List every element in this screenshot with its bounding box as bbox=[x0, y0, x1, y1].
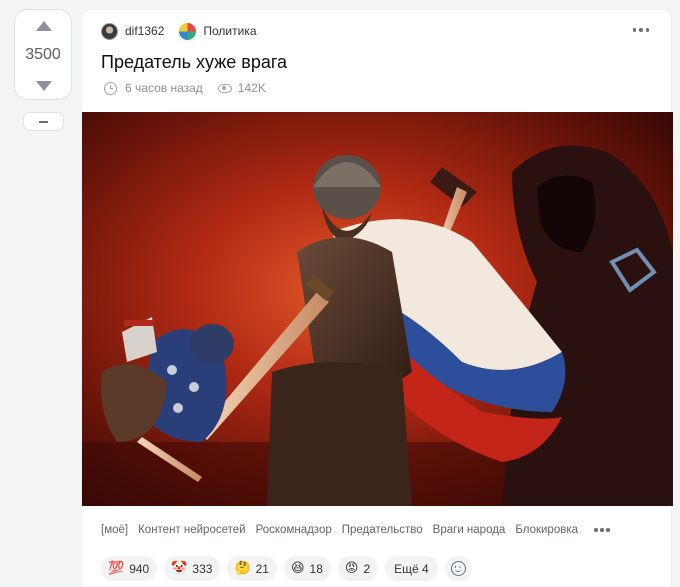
post-meta: 6 часов назад 142K bbox=[104, 81, 266, 95]
post-time: 6 часов назад bbox=[125, 81, 203, 95]
post-image[interactable] bbox=[82, 112, 673, 506]
eye-icon bbox=[217, 83, 232, 93]
angry-face-icon: 😡 bbox=[344, 561, 359, 576]
reaction-count: 18 bbox=[309, 561, 323, 576]
tag-item[interactable]: Блокировка bbox=[515, 524, 578, 536]
more-reactions-button[interactable]: Ещё 4 bbox=[385, 556, 438, 581]
more-tags-icon[interactable] bbox=[594, 528, 610, 532]
tag-item[interactable]: Враги народа bbox=[433, 524, 506, 536]
clock-icon bbox=[104, 81, 117, 95]
reaction-clown[interactable]: 🤡 333 bbox=[164, 556, 221, 581]
tag-item[interactable]: [моё] bbox=[101, 524, 128, 536]
reaction-angry[interactable]: 😡 2 bbox=[337, 556, 379, 581]
reaction-hundred[interactable]: 💯 940 bbox=[101, 556, 158, 581]
community-name[interactable]: Политика bbox=[203, 24, 256, 38]
reaction-laughing[interactable]: 😆 18 bbox=[283, 556, 331, 581]
add-reaction-button[interactable] bbox=[444, 556, 472, 581]
reaction-count: 2 bbox=[363, 561, 371, 576]
tag-item[interactable]: Контент нейросетей bbox=[138, 524, 245, 536]
more-options-icon[interactable] bbox=[632, 28, 649, 32]
reaction-count: 21 bbox=[255, 561, 269, 576]
reaction-count: 940 bbox=[129, 561, 150, 576]
author-avatar[interactable] bbox=[101, 22, 118, 40]
post-views: 142K bbox=[237, 81, 266, 95]
downvote-arrow-icon[interactable] bbox=[36, 81, 52, 91]
smile-plus-icon bbox=[450, 561, 466, 576]
collapse-minus-button[interactable] bbox=[23, 112, 64, 131]
clown-face-icon: 🤡 bbox=[171, 561, 188, 576]
post-page: 3500 dif1362 Политика Предатель хуже вра… bbox=[0, 0, 680, 587]
laughing-face-icon: 😆 bbox=[290, 561, 305, 576]
upvote-arrow-icon[interactable] bbox=[36, 21, 52, 31]
hundred-points-icon: 💯 bbox=[108, 561, 125, 576]
post-card: dif1362 Политика Предатель хуже врага 6 … bbox=[81, 9, 673, 587]
reaction-thinking[interactable]: 🤔 21 bbox=[227, 556, 277, 581]
tag-item[interactable]: Предательство bbox=[342, 524, 423, 536]
vote-panel: 3500 bbox=[14, 9, 72, 100]
post-title[interactable]: Предатель хуже врага bbox=[101, 52, 287, 73]
tag-item[interactable]: Роскомнадзор bbox=[256, 524, 332, 536]
vote-count: 3500 bbox=[25, 46, 61, 63]
tag-list: [моё] Контент нейросетей Роскомнадзор Пр… bbox=[101, 524, 610, 536]
reactions-bar: 💯 940 🤡 333 🤔 21 😆 18 😡 2 Ещё 4 bbox=[101, 556, 472, 581]
reaction-count: 333 bbox=[192, 561, 213, 576]
thinking-face-icon: 🤔 bbox=[234, 561, 251, 576]
post-header: dif1362 Политика bbox=[101, 22, 257, 40]
author-name[interactable]: dif1362 bbox=[125, 24, 164, 38]
community-icon[interactable] bbox=[179, 22, 197, 40]
